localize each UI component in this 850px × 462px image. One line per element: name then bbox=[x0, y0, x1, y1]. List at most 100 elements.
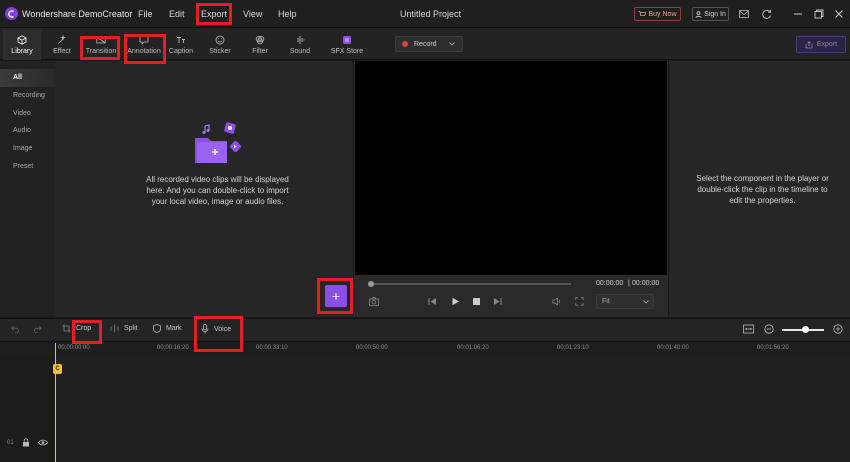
ruler-tick: 00:00:16:20 bbox=[157, 345, 189, 351]
smiley-icon bbox=[215, 35, 225, 45]
ruler-tick: 00:01:06:20 bbox=[457, 345, 489, 351]
stop-icon[interactable] bbox=[472, 297, 481, 306]
highlight-export-menu bbox=[196, 3, 232, 25]
ruler-tick: 00:00:33:10 bbox=[256, 345, 288, 351]
menu-file[interactable]: File bbox=[138, 9, 153, 19]
sidebar-item-video[interactable]: Video bbox=[0, 105, 55, 123]
tab-sticker-label: Sticker bbox=[209, 48, 231, 55]
tab-sound-label: Sound bbox=[289, 48, 311, 55]
buy-now-button[interactable]: Buy Now bbox=[634, 7, 681, 21]
export-icon bbox=[805, 40, 813, 49]
lock-icon[interactable] bbox=[22, 438, 30, 447]
magic-wand-icon bbox=[57, 35, 67, 45]
split-button[interactable]: Split bbox=[110, 324, 138, 333]
eye-icon[interactable] bbox=[38, 439, 48, 446]
refresh-icon[interactable] bbox=[760, 7, 774, 21]
restore-icon[interactable] bbox=[812, 7, 826, 21]
tab-effect-label: Effect bbox=[53, 48, 71, 55]
highlight-annotation-tab bbox=[124, 34, 166, 64]
fit-timeline-icon[interactable] bbox=[743, 324, 754, 334]
sidebar-item-image[interactable]: Image bbox=[0, 140, 55, 158]
tab-effect[interactable]: Effect bbox=[46, 30, 78, 60]
split-icon bbox=[110, 324, 119, 333]
waveform-icon bbox=[295, 35, 305, 45]
timeline-tracks[interactable] bbox=[0, 355, 850, 462]
sign-in-button[interactable]: Sign In bbox=[692, 7, 729, 21]
export-button[interactable]: Export bbox=[796, 36, 846, 53]
highlight-add-media bbox=[317, 278, 353, 314]
progress-knob[interactable] bbox=[368, 281, 374, 287]
zoom-in-icon[interactable] bbox=[833, 324, 843, 334]
library-empty-message: All recorded video clips will be display… bbox=[146, 175, 289, 206]
app-title: Wondershare DemoCreator bbox=[22, 9, 133, 19]
ruler-tick: 00:00:00:00 bbox=[58, 345, 90, 351]
buy-now-label: Buy Now bbox=[648, 10, 677, 18]
zoom-slider-knob[interactable] bbox=[802, 326, 809, 333]
video-preview[interactable] bbox=[355, 61, 667, 275]
tab-filter-label: Filter bbox=[252, 48, 268, 55]
previous-frame-icon[interactable] bbox=[428, 297, 437, 306]
chevron-down-icon bbox=[643, 295, 649, 308]
menu-edit[interactable]: Edit bbox=[169, 9, 185, 19]
fit-select-value: Fit bbox=[602, 298, 610, 305]
box-icon bbox=[17, 35, 27, 45]
split-label: Split bbox=[124, 325, 138, 332]
tab-caption-label: Caption bbox=[168, 48, 194, 55]
tab-filter[interactable]: Filter bbox=[247, 30, 273, 60]
cart-icon bbox=[638, 10, 647, 18]
menu-help[interactable]: Help bbox=[278, 9, 297, 19]
zoom-out-icon[interactable] bbox=[764, 324, 774, 334]
ruler-tick: 00:01:56:20 bbox=[757, 345, 789, 351]
crop-icon bbox=[62, 324, 71, 333]
playhead[interactable] bbox=[55, 343, 56, 462]
sidebar-item-preset[interactable]: Preset bbox=[0, 158, 55, 176]
highlight-transition-tab bbox=[80, 36, 120, 60]
shield-icon bbox=[153, 324, 161, 333]
minimize-icon[interactable] bbox=[791, 7, 805, 21]
sign-in-label: Sign In bbox=[704, 10, 726, 18]
volume-icon[interactable] bbox=[552, 297, 562, 306]
user-icon bbox=[695, 10, 702, 18]
mark-label: Mark bbox=[166, 325, 182, 332]
tab-sticker[interactable]: Sticker bbox=[205, 30, 235, 60]
record-label: Record bbox=[414, 40, 437, 48]
ruler-tick: 00:01:40:00 bbox=[657, 345, 689, 351]
fit-select[interactable]: Fit bbox=[596, 294, 654, 309]
record-button[interactable]: Record bbox=[395, 36, 463, 52]
play-icon[interactable] bbox=[451, 297, 460, 306]
ruler-tick: 00:01:23:10 bbox=[557, 345, 589, 351]
export-label: Export bbox=[816, 41, 838, 48]
tab-caption[interactable]: Caption bbox=[166, 30, 196, 60]
total-time: 00:00:00 bbox=[632, 280, 660, 287]
record-dot-icon bbox=[402, 41, 408, 47]
close-icon[interactable] bbox=[832, 7, 846, 21]
playback-progress[interactable] bbox=[369, 283, 571, 285]
mail-icon[interactable] bbox=[737, 7, 751, 21]
tab-library[interactable]: Library bbox=[3, 30, 41, 60]
track-number: 01 bbox=[7, 440, 14, 446]
chevron-down-icon bbox=[448, 42, 455, 46]
sidebar-item-recording[interactable]: Recording bbox=[0, 87, 55, 105]
menu-view[interactable]: View bbox=[243, 9, 262, 19]
next-frame-icon[interactable] bbox=[493, 297, 502, 306]
time-separator: | bbox=[628, 280, 630, 287]
caption-icon bbox=[176, 35, 186, 45]
undo-icon[interactable] bbox=[11, 325, 20, 333]
filter-icon bbox=[255, 35, 265, 45]
current-time: 00:00:00 bbox=[596, 280, 624, 287]
mark-button[interactable]: Mark bbox=[153, 324, 182, 333]
fullscreen-icon[interactable] bbox=[575, 297, 584, 306]
timeline-ruler[interactable] bbox=[0, 343, 850, 355]
snapshot-icon[interactable] bbox=[369, 297, 379, 306]
store-icon bbox=[342, 35, 352, 45]
import-folder-icon bbox=[185, 118, 251, 168]
ruler-tick: 00:00:50:00 bbox=[356, 345, 388, 351]
sidebar-item-all[interactable]: All bbox=[0, 69, 55, 87]
tab-sfx-store-label: SFX Store bbox=[330, 48, 364, 55]
tab-sound[interactable]: Sound bbox=[286, 30, 314, 60]
redo-icon[interactable] bbox=[33, 325, 42, 333]
highlight-voice-tool bbox=[194, 316, 243, 352]
tab-sfx-store[interactable]: SFX Store bbox=[330, 30, 364, 60]
playhead-handle[interactable]: C bbox=[53, 364, 62, 374]
sidebar-item-audio[interactable]: Audio bbox=[0, 122, 55, 140]
